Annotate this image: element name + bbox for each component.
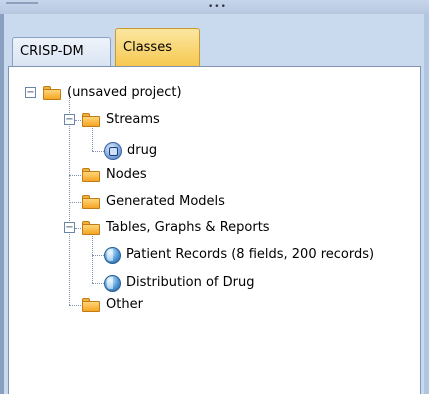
folder-icon xyxy=(42,85,62,101)
tree-item-root[interactable]: (unsaved project) xyxy=(42,83,182,103)
folder-icon xyxy=(81,112,101,128)
output-globe-icon xyxy=(104,246,121,264)
tree-item-output[interactable]: Patient Records (8 fields, 200 records) xyxy=(104,245,374,265)
toolbar-strip: ••• xyxy=(0,0,429,14)
tree-item-label: Patient Records (8 fields, 200 records) xyxy=(126,247,375,262)
resize-grip[interactable] xyxy=(6,2,38,8)
tree-item-label: Nodes xyxy=(106,167,147,182)
collapse-toggle[interactable]: − xyxy=(64,222,75,233)
tree-item-label: Tables, Graphs & Reports xyxy=(106,220,270,235)
tree-item-label: Generated Models xyxy=(106,194,225,209)
tree-item-label: drug xyxy=(127,143,158,158)
folder-icon xyxy=(81,297,101,313)
collapse-toggle[interactable]: − xyxy=(25,87,36,98)
tree-item-streams[interactable]: Streams xyxy=(81,110,160,130)
tree-connector xyxy=(92,151,104,152)
folder-icon xyxy=(81,220,101,236)
project-tree-panel: − (unsaved project) − Streams drug Nodes… xyxy=(8,66,421,394)
tab-classes[interactable]: Classes xyxy=(115,28,200,67)
collapse-toggle[interactable]: − xyxy=(64,114,75,125)
tree-item-stream-drug[interactable]: drug xyxy=(104,141,157,161)
tree-item-tables-graphs-reports[interactable]: Tables, Graphs & Reports xyxy=(81,218,270,238)
tree-connector xyxy=(92,255,104,256)
tree-item-generated-models[interactable]: Generated Models xyxy=(81,192,225,212)
tree-connector xyxy=(92,231,93,283)
folder-icon xyxy=(81,194,101,210)
tree-item-other[interactable]: Other xyxy=(81,295,143,315)
tree-connector xyxy=(69,175,81,176)
folder-icon xyxy=(81,167,101,183)
project-tree: − (unsaved project) − Streams drug Nodes… xyxy=(9,67,420,394)
tree-item-label: Streams xyxy=(106,112,160,127)
splitter-handle[interactable]: ••• xyxy=(208,3,227,12)
tree-connector xyxy=(92,283,104,284)
stream-icon xyxy=(104,142,122,160)
tree-item-nodes[interactable]: Nodes xyxy=(81,165,147,185)
tree-connector xyxy=(69,305,81,306)
tree-item-label: Other xyxy=(106,297,143,312)
window-edge-right xyxy=(424,14,429,394)
tab-crisp-dm[interactable]: CRISP-DM xyxy=(12,37,111,66)
tree-item-label: Distribution of Drug xyxy=(126,275,255,290)
tree-item-output[interactable]: Distribution of Drug xyxy=(104,273,254,293)
tree-item-label: (unsaved project) xyxy=(67,85,182,100)
tree-connector xyxy=(69,202,81,203)
output-globe-icon xyxy=(104,274,121,292)
window-edge-left xyxy=(0,14,4,394)
